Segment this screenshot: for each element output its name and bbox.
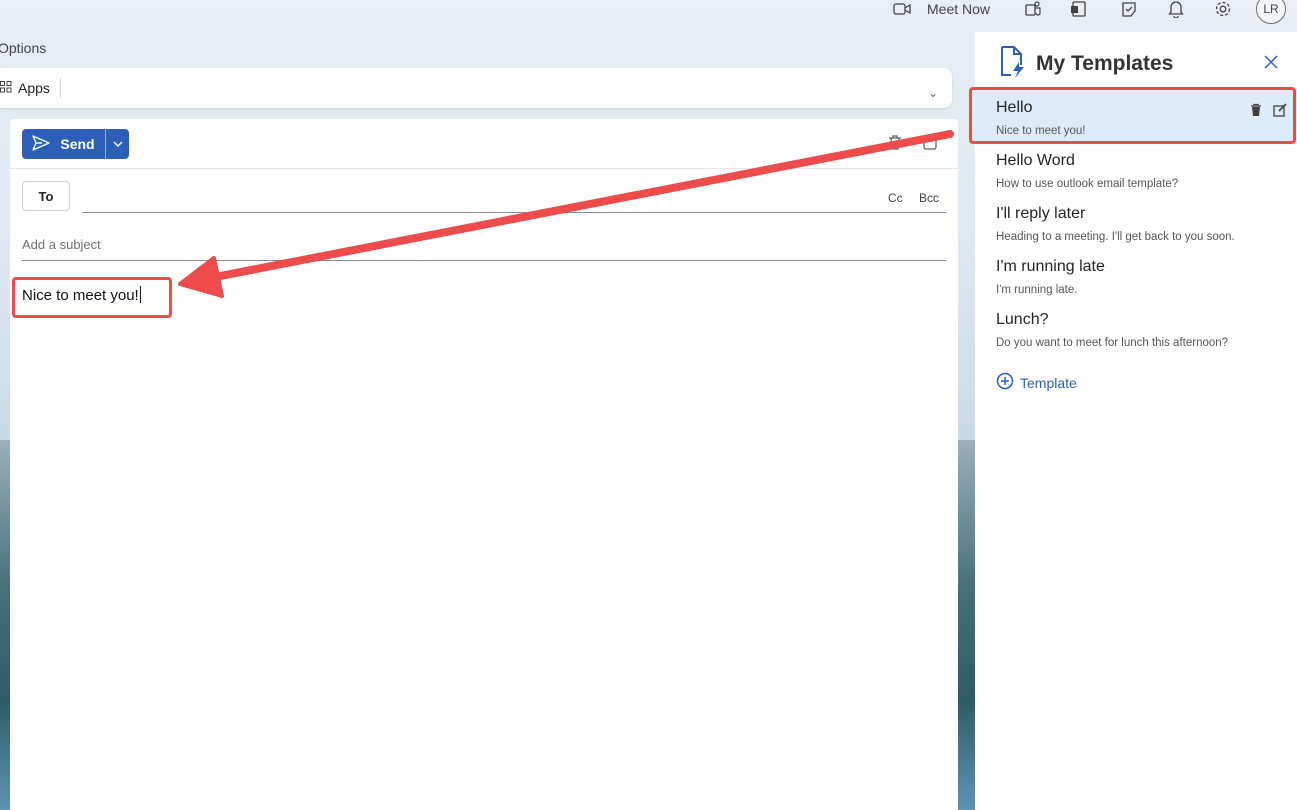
tab-options[interactable]: Options — [0, 40, 46, 56]
send-button[interactable]: Send — [22, 129, 105, 159]
send-label: Send — [60, 136, 95, 152]
toolbar-divider — [10, 168, 958, 169]
pane-title: My Templates — [1036, 52, 1174, 75]
template-title: Lunch? — [996, 311, 1049, 328]
template-preview: I'm running late. — [996, 284, 1078, 296]
cc-button[interactable]: Cc — [888, 191, 903, 205]
gear-icon[interactable] — [1214, 0, 1232, 18]
discard-icon[interactable] — [886, 133, 904, 151]
add-template-label: Template — [1020, 374, 1077, 391]
add-template-button[interactable]: Template — [996, 372, 1077, 393]
annotation-highlight-body — [12, 277, 172, 318]
template-item-reply-later[interactable]: I'll reply later Heading to a meeting. I… — [975, 195, 1297, 248]
templates-app-icon — [999, 45, 1027, 84]
plus-circle-icon — [996, 372, 1014, 393]
meet-now-label: Meet Now — [927, 1, 991, 17]
template-title: Hello Word — [996, 152, 1075, 169]
meet-now-button[interactable]: Meet Now — [927, 0, 990, 18]
annotation-highlight-template — [969, 87, 1296, 144]
subject-underline — [22, 260, 946, 261]
avatar[interactable]: LR — [1256, 0, 1286, 24]
apps-button[interactable]: Apps — [0, 80, 50, 96]
template-item-running-late[interactable]: I'm running late I'm running late. — [975, 248, 1297, 301]
onenote-icon[interactable] — [1070, 0, 1088, 18]
todo-icon[interactable] — [1120, 0, 1138, 18]
to-label: To — [38, 188, 54, 204]
apps-icon — [0, 80, 12, 96]
template-preview: Heading to a meeting. I'll get back to y… — [996, 231, 1235, 243]
template-preview: How to use outlook email template? — [996, 178, 1179, 190]
avatar-initials: LR — [1263, 2, 1279, 16]
template-item-lunch[interactable]: Lunch? Do you want to meet for lunch thi… — [975, 301, 1297, 354]
send-button-group: Send — [22, 129, 129, 159]
bcc-button[interactable]: Bcc — [919, 191, 939, 205]
background-scenery-left — [0, 440, 10, 810]
send-options-chevron-down-icon[interactable] — [105, 129, 129, 159]
close-icon[interactable] — [1263, 54, 1279, 70]
template-item-hello-word[interactable]: Hello Word How to use outlook email temp… — [975, 142, 1297, 195]
template-preview: Do you want to meet for lunch this after… — [996, 337, 1229, 349]
pop-out-icon[interactable] — [922, 133, 940, 151]
video-icon[interactable] — [893, 0, 911, 18]
compose-pane: Send To Cc Bcc Add a subject Nice to mee… — [10, 119, 958, 810]
apps-label: Apps — [18, 80, 50, 96]
ribbon-expand-chevron-icon[interactable]: ⌄ — [928, 86, 938, 100]
send-icon — [32, 134, 51, 154]
my-templates-pane: My Templates Hello Nice to meet you! Hel… — [975, 32, 1297, 810]
ribbon-toolbar — [0, 68, 952, 108]
to-field[interactable] — [82, 212, 946, 213]
top-bar: Meet Now LR — [0, 0, 1297, 32]
bell-icon[interactable] — [1168, 0, 1184, 18]
teams-icon[interactable] — [1024, 0, 1042, 18]
to-button[interactable]: To — [22, 181, 70, 211]
template-title: I'm running late — [996, 258, 1105, 275]
subject-field[interactable]: Add a subject — [22, 237, 101, 252]
ribbon-divider — [60, 78, 61, 98]
background-scenery-middle — [958, 440, 976, 810]
template-title: I'll reply later — [996, 205, 1086, 222]
